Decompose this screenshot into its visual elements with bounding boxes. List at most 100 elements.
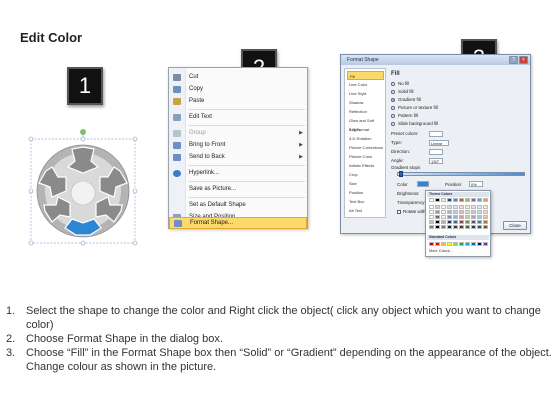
theme-color-swatch[interactable]: [441, 210, 446, 214]
theme-color-swatch[interactable]: [435, 220, 440, 224]
menu-item-send-to-back[interactable]: Send to Back ▶: [169, 152, 307, 163]
theme-color-swatch[interactable]: [483, 225, 488, 229]
menu-item-edit-text[interactable]: Edit Text: [169, 112, 307, 123]
theme-color-swatch[interactable]: [465, 210, 470, 214]
radio-gradient-fill[interactable]: Gradient fill: [391, 96, 421, 103]
theme-color-swatch[interactable]: [459, 225, 464, 229]
standard-color-swatch[interactable]: [429, 242, 434, 246]
sidebar-item-glow[interactable]: Glow and Soft Edges: [347, 116, 384, 132]
standard-color-swatch[interactable]: [477, 242, 482, 246]
menu-item-cut[interactable]: Cut: [169, 72, 307, 83]
theme-color-swatch[interactable]: [483, 220, 488, 224]
theme-color-swatch[interactable]: [453, 198, 458, 202]
color-picker-button[interactable]: [417, 181, 429, 187]
theme-color-swatch[interactable]: [459, 198, 464, 202]
theme-color-swatch[interactable]: [429, 220, 434, 224]
theme-color-swatch[interactable]: [435, 205, 440, 209]
help-button[interactable]: ?: [509, 56, 518, 64]
standard-color-swatch[interactable]: [465, 242, 470, 246]
standard-color-swatch[interactable]: [471, 242, 476, 246]
close-button[interactable]: Close: [503, 221, 527, 230]
theme-color-swatch[interactable]: [429, 205, 434, 209]
sidebar-item-reflection[interactable]: Reflection: [347, 107, 384, 116]
radio-slide-background-fill[interactable]: Slide background fill: [391, 120, 438, 127]
color-picker-popup[interactable]: Theme Colors Standard Colors More Colors…: [425, 190, 491, 257]
sidebar-item-line-color[interactable]: Line Color: [347, 80, 384, 89]
position-input[interactable]: 0%: [469, 181, 483, 187]
theme-color-swatch[interactable]: [435, 215, 440, 219]
sidebar-item-3d-rotation[interactable]: 3-D Rotation: [347, 134, 384, 143]
theme-color-swatch[interactable]: [441, 215, 446, 219]
theme-color-swatch[interactable]: [477, 205, 482, 209]
theme-color-swatch[interactable]: [471, 205, 476, 209]
theme-color-swatch[interactable]: [471, 198, 476, 202]
sidebar-item-alt-text[interactable]: Alt Text: [347, 206, 384, 215]
theme-color-swatch[interactable]: [459, 220, 464, 224]
sidebar-item-picture-corrections[interactable]: Picture Corrections: [347, 143, 384, 152]
standard-color-swatch[interactable]: [441, 242, 446, 246]
theme-color-swatch[interactable]: [483, 198, 488, 202]
type-dropdown[interactable]: Linear: [429, 140, 449, 146]
theme-color-swatch[interactable]: [435, 198, 440, 202]
theme-color-swatch[interactable]: [453, 220, 458, 224]
direction-dropdown[interactable]: [429, 149, 443, 155]
theme-color-swatch[interactable]: [447, 215, 452, 219]
sidebar-item-artistic-effects[interactable]: Artistic Effects: [347, 161, 384, 170]
theme-color-swatch[interactable]: [453, 210, 458, 214]
theme-color-swatch[interactable]: [447, 220, 452, 224]
menu-item-group[interactable]: Group ▶: [169, 128, 307, 139]
menu-item-set-default-shape[interactable]: Set as Default Shape: [169, 200, 307, 211]
theme-color-swatch[interactable]: [465, 225, 470, 229]
gradient-stop-handle[interactable]: [399, 171, 403, 177]
preset-colors-dropdown[interactable]: [429, 131, 443, 137]
theme-color-swatch[interactable]: [447, 225, 452, 229]
theme-color-swatch[interactable]: [459, 215, 464, 219]
context-menu[interactable]: Cut Copy Paste Edit Text Group ▶ Bring t…: [168, 67, 308, 229]
theme-color-swatch[interactable]: [483, 210, 488, 214]
theme-color-swatch[interactable]: [465, 220, 470, 224]
sidebar-item-crop[interactable]: Crop: [347, 170, 384, 179]
menu-item-save-as-picture[interactable]: Save as Picture...: [169, 184, 307, 195]
theme-color-swatch[interactable]: [429, 198, 434, 202]
menu-item-copy[interactable]: Copy: [169, 84, 307, 95]
theme-color-swatch[interactable]: [441, 198, 446, 202]
theme-color-swatch[interactable]: [477, 225, 482, 229]
theme-color-swatch[interactable]: [447, 210, 452, 214]
standard-color-swatch[interactable]: [453, 242, 458, 246]
menu-item-paste[interactable]: Paste: [169, 96, 307, 107]
theme-color-swatch[interactable]: [453, 225, 458, 229]
more-colors-link[interactable]: More Colors...: [429, 249, 453, 253]
theme-color-swatch[interactable]: [441, 220, 446, 224]
angle-input[interactable]: 130°: [429, 158, 443, 164]
theme-color-swatch[interactable]: [447, 198, 452, 202]
standard-color-swatch[interactable]: [447, 242, 452, 246]
menu-item-hyperlink[interactable]: Hyperlink...: [169, 168, 307, 179]
theme-color-swatch[interactable]: [483, 215, 488, 219]
standard-color-swatch[interactable]: [459, 242, 464, 246]
theme-color-swatch[interactable]: [471, 220, 476, 224]
sidebar-item-3d-format[interactable]: 3-D Format: [347, 125, 384, 134]
theme-color-swatch[interactable]: [435, 225, 440, 229]
sidebar-item-fill[interactable]: Fill: [347, 71, 384, 80]
menu-item-format-shape[interactable]: Format Shape...: [169, 217, 307, 229]
theme-color-swatch[interactable]: [453, 215, 458, 219]
theme-color-swatch[interactable]: [453, 205, 458, 209]
sidebar-item-size[interactable]: Size: [347, 179, 384, 188]
theme-color-swatch[interactable]: [459, 210, 464, 214]
theme-color-swatch[interactable]: [471, 210, 476, 214]
theme-color-swatch[interactable]: [429, 215, 434, 219]
theme-color-swatch[interactable]: [429, 225, 434, 229]
theme-color-swatch[interactable]: [477, 198, 482, 202]
theme-color-swatch[interactable]: [465, 215, 470, 219]
theme-color-swatch[interactable]: [435, 210, 440, 214]
theme-color-swatch[interactable]: [441, 225, 446, 229]
sidebar-item-shadow[interactable]: Shadow: [347, 98, 384, 107]
sidebar-item-line-style[interactable]: Line Style: [347, 89, 384, 98]
theme-color-swatch[interactable]: [459, 205, 464, 209]
radio-no-fill[interactable]: No fill: [391, 80, 409, 87]
menu-item-bring-to-front[interactable]: Bring to Front ▶: [169, 140, 307, 151]
theme-color-swatch[interactable]: [471, 215, 476, 219]
theme-color-swatch[interactable]: [441, 205, 446, 209]
sidebar-item-picture-color[interactable]: Picture Color: [347, 152, 384, 161]
theme-color-swatch[interactable]: [429, 210, 434, 214]
